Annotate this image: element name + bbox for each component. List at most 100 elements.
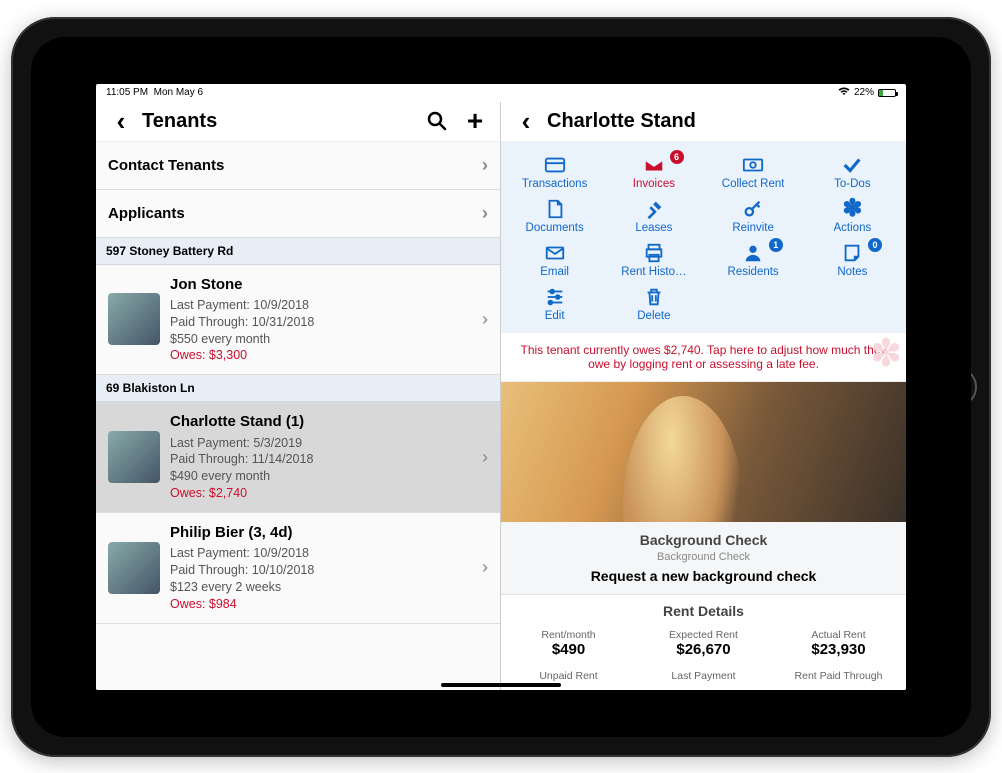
sliders-icon [542,286,568,308]
delete-action[interactable]: Delete [604,284,703,324]
property-header: 597 Stoney Battery Rd [96,238,500,265]
gavel-icon [641,198,667,220]
documents-action[interactable]: Documents [505,196,604,236]
rent-label: Actual Rent [771,629,906,641]
alert-text: This tenant currently owes $2,740. Tap h… [521,343,887,371]
invoices-action[interactable]: 6Invoices [604,152,703,192]
ipad-frame: 11:05 PM Mon May 6 22% ‹ Tenants [11,17,991,757]
envelope-icon [542,242,568,264]
paid-through: Paid Through: 11/14/2018 [170,451,472,468]
rent-amount: $490 every month [170,468,472,485]
tenant-avatar [108,293,160,345]
owes-amount: Owes: $2,740 [170,485,472,502]
asterisk-icon: ✽ [839,198,865,220]
check-icon [839,154,865,176]
asterisk-icon: ✽ [870,335,902,373]
rent-details-card: Rent Details Rent/month$490 Expected Ren… [501,595,906,686]
contact-tenants-row[interactable]: Contact Tenants › [96,142,500,190]
actions-action[interactable]: ✽Actions [803,196,902,236]
money-icon [740,154,766,176]
applicants-label: Applicants [108,205,185,222]
tenant-photo [501,382,906,522]
chevron-right-icon: › [482,309,488,330]
card-icon [542,154,568,176]
rent-amount: $550 every month [170,331,472,348]
paid-through: Paid Through: 10/31/2018 [170,314,472,331]
last-payment: Last Payment: 10/9/2018 [170,545,472,562]
tenant-row[interactable]: Philip Bier (3, 4d) Last Payment: 10/9/2… [96,513,500,624]
collect-rent-action[interactable]: Collect Rent [704,152,803,192]
notes-badge: 0 [868,238,882,252]
last-payment: Last Payment: 10/9/2018 [170,297,472,314]
tenant-name: Jon Stone [170,275,472,295]
rent-value: $26,670 [636,641,771,658]
rent-value: $490 [501,641,636,658]
applicants-row[interactable]: Applicants › [96,190,500,238]
tenants-pane: ‹ Tenants + Contact Tenants › [96,102,501,690]
chevron-right-icon: › [482,155,488,176]
transactions-action[interactable]: Transactions [505,152,604,192]
person-icon [740,242,766,264]
tenant-name: Charlotte Stand (1) [170,412,472,432]
action-grid: Transactions 6Invoices Collect Rent To-D… [501,142,906,332]
background-check-heading: Background Check [501,532,906,548]
note-icon [839,242,865,264]
tenant-row[interactable]: Jon Stone Last Payment: 10/9/2018 Paid T… [96,265,500,376]
tenant-detail-pane: ‹ Charlotte Stand Transactions 6Invoices… [501,102,906,690]
status-bar: 11:05 PM Mon May 6 22% [96,84,906,102]
battery-percent: 22% [854,87,874,98]
last-payment: Last Payment: 5/3/2019 [170,435,472,452]
trash-icon [641,286,667,308]
owes-amount: Owes: $984 [170,596,472,613]
battery-icon [878,89,896,97]
residents-badge: 1 [769,238,783,252]
tenant-name: Philip Bier (3, 4d) [170,523,472,543]
paid-through: Paid Through: 10/10/2018 [170,562,472,579]
owes-amount: Owes: $3,300 [170,347,472,364]
background-check-sub: Background Check [501,551,906,563]
document-icon [542,198,568,220]
invoices-badge: 6 [670,150,684,164]
todos-action[interactable]: To-Dos [803,152,902,192]
printer-icon [641,242,667,264]
add-button[interactable]: + [458,104,492,138]
rent-label: Rent Paid Through [771,670,906,682]
edit-action[interactable]: Edit [505,284,604,324]
back-button[interactable]: ‹ [509,104,543,138]
contact-tenants-label: Contact Tenants [108,157,224,174]
tenants-title: Tenants [142,110,217,133]
search-button[interactable] [420,104,454,138]
inbox-icon [641,154,667,176]
rent-details-heading: Rent Details [501,603,906,619]
tenant-list[interactable]: Contact Tenants › Applicants › 597 Stone… [96,142,500,690]
tenant-detail-title: Charlotte Stand [547,110,696,133]
email-action[interactable]: Email [505,240,604,280]
background-check-card[interactable]: Background Check Background Check Reques… [501,522,906,595]
back-button[interactable]: ‹ [104,104,138,138]
leases-action[interactable]: Leases [604,196,703,236]
rent-label: Unpaid Rent [501,670,636,682]
rent-label: Expected Rent [636,629,771,641]
rent-label: Last Payment [636,670,771,682]
tenant-avatar [108,431,160,483]
chevron-right-icon: › [482,203,488,224]
left-header: ‹ Tenants + [96,102,500,142]
tenant-avatar [108,542,160,594]
key-icon [740,198,766,220]
reinvite-action[interactable]: Reinvite [704,196,803,236]
rent-history-action[interactable]: Rent Histo… [604,240,703,280]
tenant-row-selected[interactable]: Charlotte Stand (1) Last Payment: 5/3/20… [96,402,500,513]
rent-label: Rent/month [501,629,636,641]
notes-action[interactable]: 0Notes [803,240,902,280]
property-header: 69 Blakiston Ln [96,375,500,402]
status-date: Mon May 6 [154,87,203,98]
right-header: ‹ Charlotte Stand [501,102,906,142]
chevron-right-icon: › [482,447,488,468]
background-check-link[interactable]: Request a new background check [501,568,906,584]
residents-action[interactable]: 1Residents [704,240,803,280]
owes-alert-banner[interactable]: ✽ This tenant currently owes $2,740. Tap… [501,332,906,382]
status-time: 11:05 PM [106,87,148,98]
wifi-icon [838,86,850,99]
chevron-right-icon: › [482,557,488,578]
home-indicator[interactable] [441,683,561,687]
